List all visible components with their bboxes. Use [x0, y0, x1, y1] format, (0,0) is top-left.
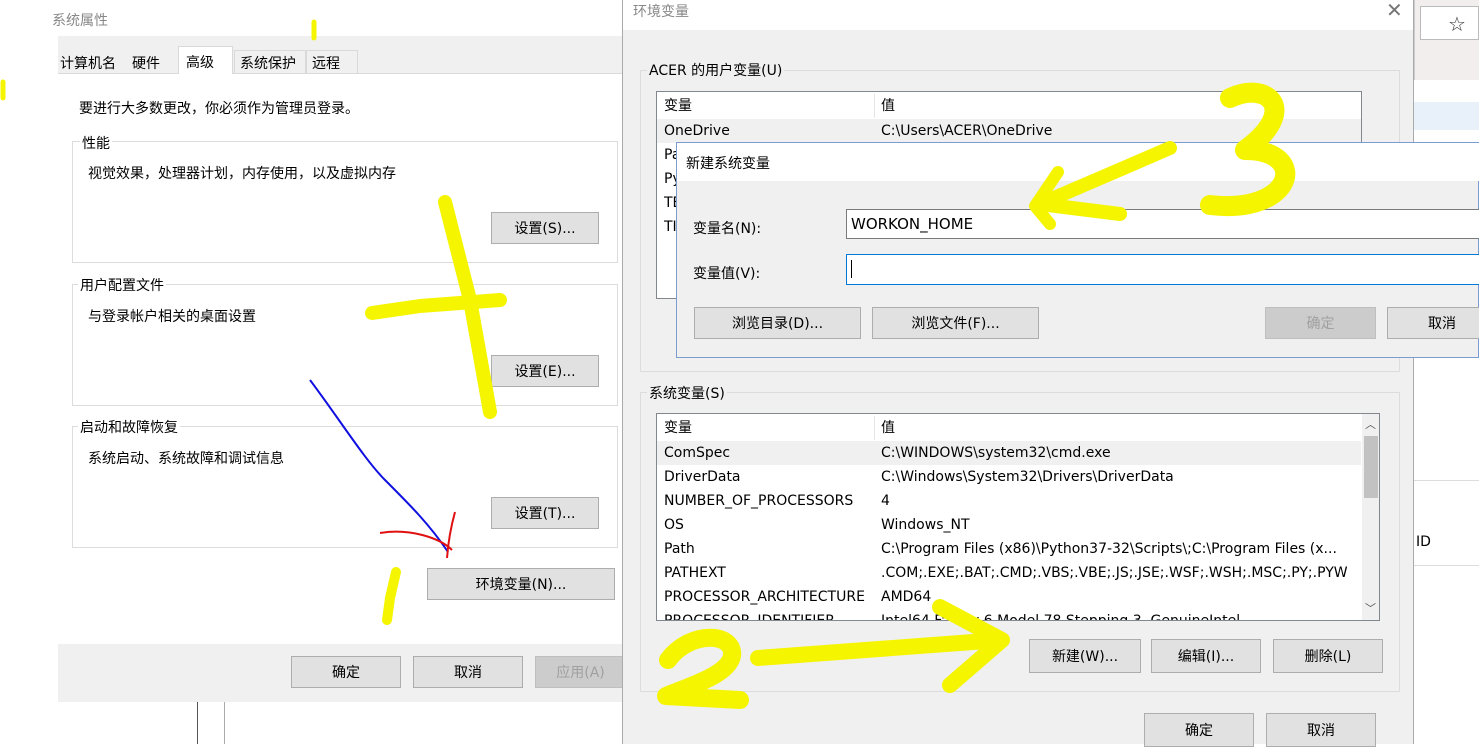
annotation-overlay	[0, 19, 1296, 709]
annotation-red-mark	[379, 511, 456, 559]
yellow-arrow-shaft	[1033, 141, 1177, 221]
yellow-arrow-shaft	[750, 632, 1008, 666]
yellow-digit-3	[1200, 82, 1296, 217]
annotation-blue-line	[309, 379, 449, 553]
yellow-digit-2	[657, 628, 749, 709]
yellow-digit-1	[382, 567, 401, 625]
yellow-plus-mark	[365, 293, 507, 320]
annotation-yellow-marks	[0, 19, 1296, 709]
